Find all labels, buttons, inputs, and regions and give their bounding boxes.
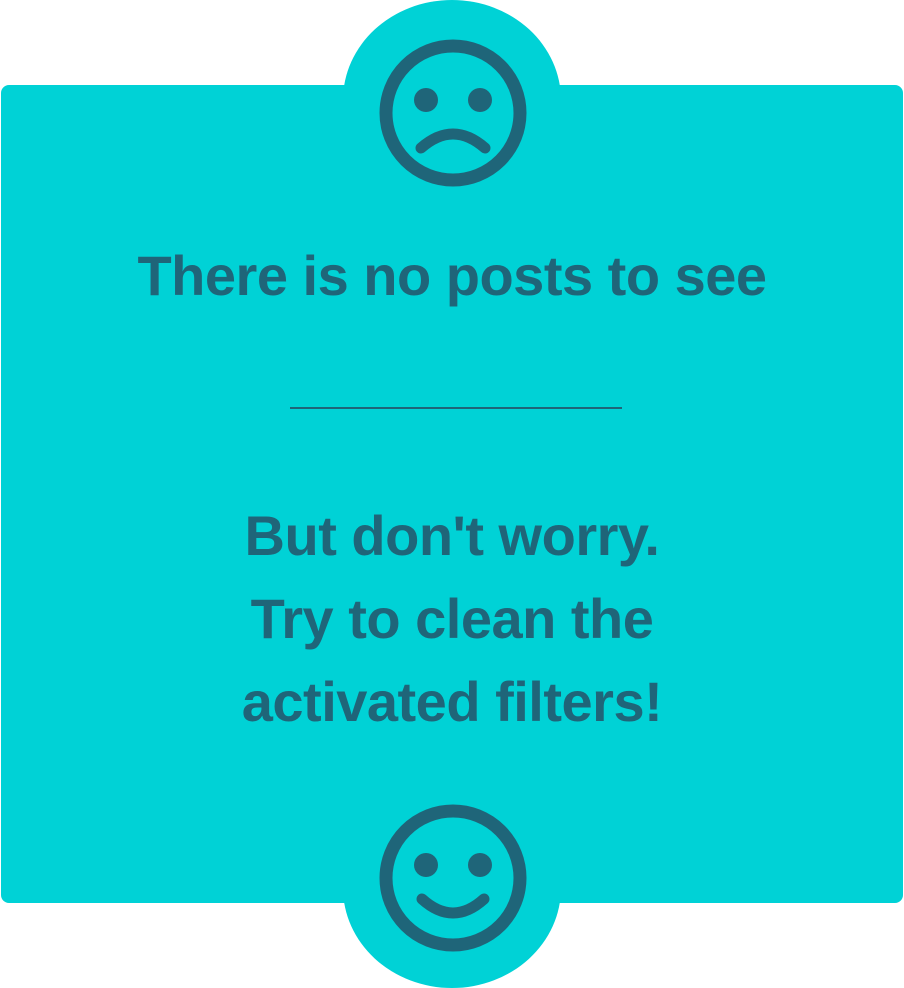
message-line: But don't worry. (244, 504, 660, 567)
divider (290, 407, 622, 409)
message-line: activated filters! (241, 670, 663, 733)
empty-state-message: But don't worry. Try to clean the activa… (0, 494, 904, 743)
message-line: Try to clean the (250, 587, 654, 650)
sad-face-icon (379, 39, 527, 187)
empty-state-title: There is no posts to see (137, 244, 767, 307)
happy-face-icon (379, 804, 527, 952)
